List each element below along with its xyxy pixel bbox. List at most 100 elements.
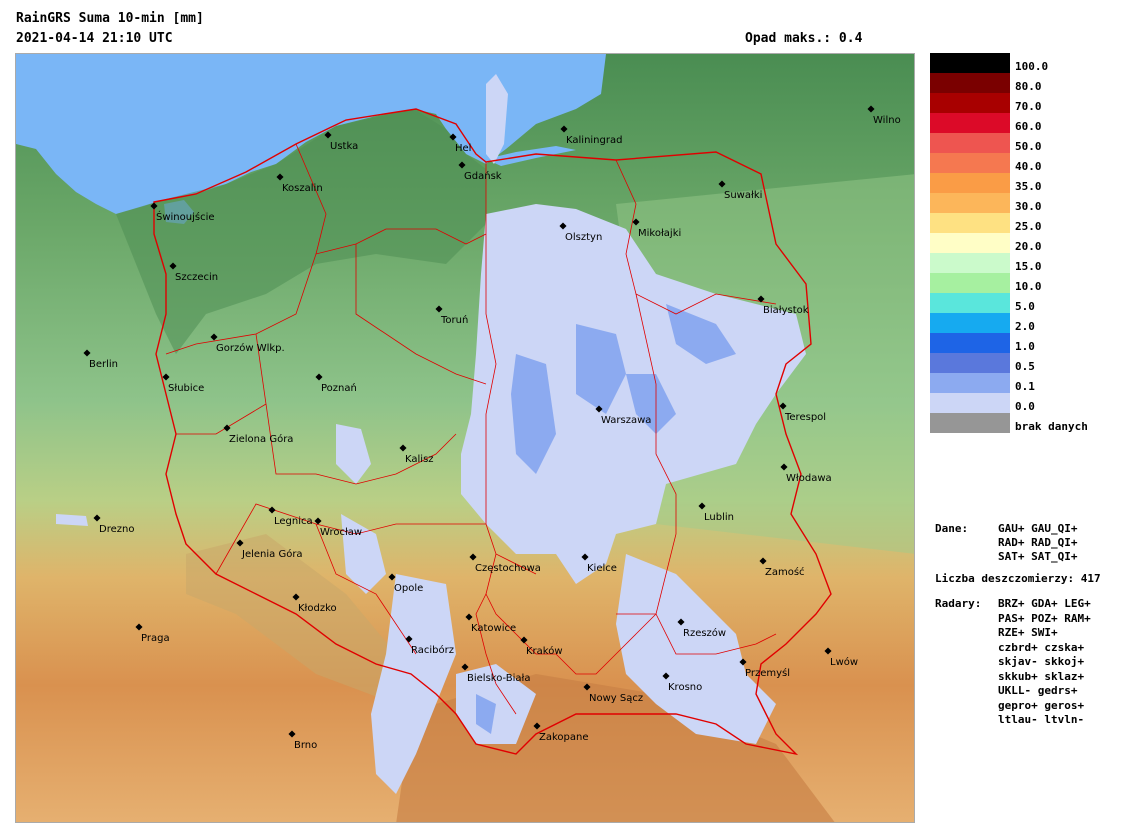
city-label: Gorzów Wlkp. (216, 342, 285, 354)
legend-label: 25.0 (1015, 220, 1042, 233)
radar-line: UKLL- gedrs+ (998, 684, 1078, 697)
legend-swatch (930, 193, 1010, 213)
city-label: Kraków (526, 645, 563, 657)
city-label: Opole (394, 583, 423, 594)
dane-line: SAT+ SAT_QI+ (998, 550, 1078, 563)
legend-swatch (930, 273, 1010, 293)
legend-label: 2.0 (1015, 320, 1035, 333)
radary-label: Radary: (935, 597, 982, 610)
legend-swatch (930, 93, 1010, 113)
city-label: Lublin (704, 512, 734, 523)
legend-label: 20.0 (1015, 240, 1042, 253)
city-label: Toruń (440, 314, 468, 326)
city-label: Przemyśl (745, 667, 790, 679)
radar-line: BRZ+ GDA+ LEG+ (998, 597, 1091, 610)
radar-line: skjav- skkoj+ (998, 655, 1085, 668)
legend-swatch (930, 393, 1010, 413)
city-label: Poznań (321, 382, 357, 394)
legend-label: 70.0 (1015, 100, 1042, 113)
legend-swatch (930, 153, 1010, 173)
radar-line: czbrd+ czska+ (998, 640, 1085, 654)
city-label: Krosno (668, 682, 702, 693)
city-label: Wrocław (320, 527, 362, 538)
legend-swatch (930, 113, 1010, 133)
legend-swatch (930, 213, 1010, 233)
city-label: Olsztyn (565, 232, 602, 243)
radar-line: ltlau- ltvln- (998, 713, 1085, 726)
legend-swatch (930, 313, 1010, 333)
legend-swatch (930, 293, 1010, 313)
radar-line: skkub+ sklaz+ (998, 669, 1085, 683)
city-label: Białystok (763, 305, 809, 316)
dane-line: RAD+ RAD_QI+ (998, 536, 1078, 549)
legend-swatch (930, 53, 1010, 73)
city-label: Kaliningrad (566, 135, 622, 146)
legend-swatch (930, 233, 1010, 253)
city-label: Włodawa (786, 473, 832, 484)
legend-label: 0.0 (1015, 400, 1035, 413)
city-label: Berlin (89, 359, 118, 370)
city-label: Bielsko-Biała (467, 673, 531, 684)
city-label: Koszalin (282, 183, 323, 194)
legend-label: 0.5 (1015, 360, 1035, 373)
legend-label: 100.0 (1015, 60, 1049, 73)
city-label: Świnoujście (156, 210, 215, 223)
city-label: Warszawa (601, 415, 651, 426)
legend-label: 10.0 (1015, 280, 1042, 293)
city-label: Rzeszów (683, 627, 726, 639)
legend-swatch (930, 373, 1010, 393)
legend-label: brak danych (1015, 420, 1088, 433)
city-label: Ustka (330, 141, 358, 152)
legend-label: 40.0 (1015, 160, 1042, 173)
city-label: Racibórz (411, 644, 454, 656)
legend-label: 35.0 (1015, 180, 1042, 193)
city-label: Zamość (765, 566, 805, 578)
legend-swatch (930, 253, 1010, 273)
city-label: Praga (141, 633, 170, 644)
city-label: Kielce (587, 563, 617, 574)
city-label: Suwałki (724, 190, 762, 201)
city-label: Kłodzko (298, 603, 337, 614)
city-label: Wilno (873, 115, 901, 126)
city-label: Brno (294, 740, 317, 751)
max-precip-label: Opad maks.: 0.4 (745, 31, 863, 46)
city-label: Szczecin (175, 272, 218, 283)
legend-swatch (930, 353, 1010, 373)
legend-swatch (930, 73, 1010, 93)
dane-line: GAU+ GAU_QI+ (998, 522, 1078, 535)
legend-label: 15.0 (1015, 260, 1042, 273)
legend-swatch (930, 133, 1010, 153)
city-label: Drezno (99, 524, 134, 535)
city-label: Terespol (784, 412, 826, 423)
precipitation-map[interactable]: Ustka Hel Kaliningrad Gdańsk Koszalin Świnouj… (15, 53, 915, 823)
city-label: Częstochowa (475, 563, 541, 574)
legend-swatch (930, 413, 1010, 433)
city-label: Mikołajki (638, 228, 681, 239)
city-label: Hel (455, 143, 471, 154)
city-label: Jelenia Góra (241, 548, 303, 560)
map-title: RainGRS Suma 10-min [mm] (16, 11, 204, 26)
dane-label: Dane: (935, 522, 969, 535)
legend-label: 5.0 (1015, 300, 1035, 313)
radar-line: gepro+ geros+ (998, 698, 1085, 712)
city-label: Lwów (830, 656, 858, 668)
legend-label: 0.1 (1015, 380, 1035, 393)
city-label: Nowy Sącz (589, 693, 643, 704)
legend-swatch (930, 333, 1010, 353)
radar-line: RZE+ SWI+ (998, 626, 1058, 639)
city-label: Słubice (168, 383, 204, 394)
map-timestamp: 2021-04-14 21:10 UTC (16, 31, 173, 46)
legend-label: 1.0 (1015, 340, 1035, 353)
legend-label: 30.0 (1015, 200, 1042, 213)
city-label: Legnica (274, 516, 313, 527)
city-label: Katowice (471, 623, 516, 634)
rain-gauge-count: Liczba deszczomierzy: 417 (935, 572, 1101, 585)
city-label: Kalisz (405, 454, 434, 465)
city-label: Zielona Góra (229, 433, 293, 445)
legend-label: 80.0 (1015, 80, 1042, 93)
legend-label: 50.0 (1015, 140, 1042, 153)
city-label: Zakopane (539, 732, 589, 743)
radar-line: PAS+ POZ+ RAM+ (998, 611, 1091, 625)
legend-swatch (930, 173, 1010, 193)
city-label: Gdańsk (464, 170, 502, 182)
